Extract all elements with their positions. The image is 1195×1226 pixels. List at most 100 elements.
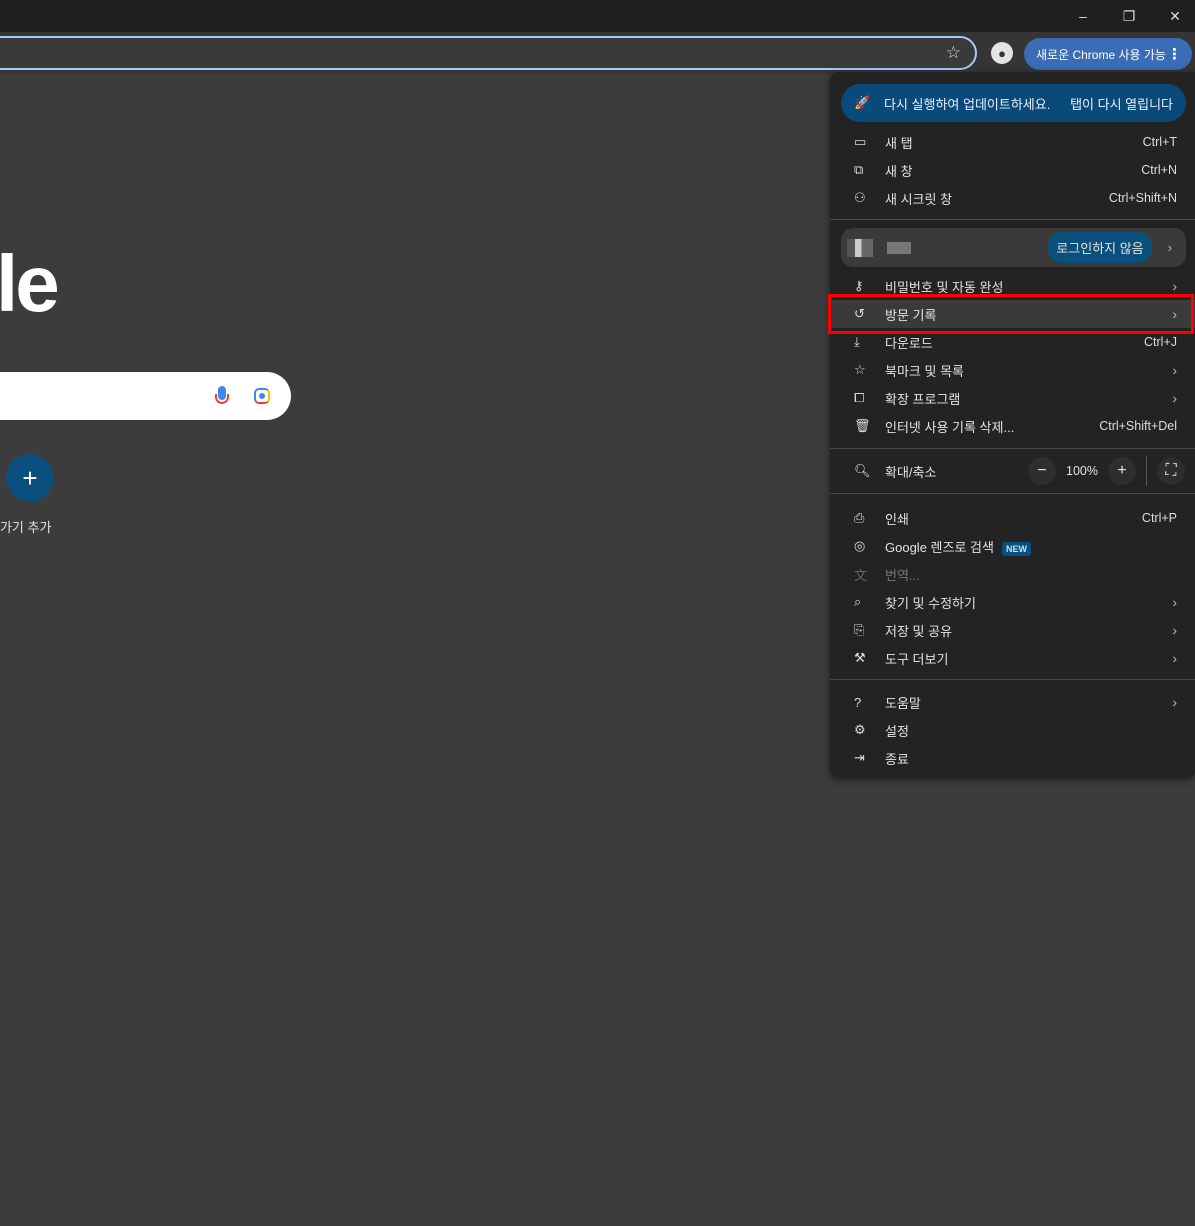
chevron-right-icon: › bbox=[1172, 362, 1177, 378]
menu-item-label: 비밀번호 및 자동 완성 bbox=[885, 277, 1172, 296]
menu-item-extensions[interactable]: ⧠ 확장 프로그램 › bbox=[830, 384, 1195, 412]
menu-item-find-edit[interactable]: ⌕ 찾기 및 수정하기 › bbox=[830, 588, 1195, 616]
zoom-label: 확대/축소 bbox=[885, 464, 937, 480]
menu-item-settings[interactable]: ⚙ 설정 bbox=[830, 716, 1195, 744]
rocket-icon: 🚀 bbox=[854, 95, 871, 110]
new-window-icon: ⧉ bbox=[854, 162, 864, 177]
menu-item-label: 새 창 bbox=[885, 161, 1141, 180]
find-icon: ⌕ bbox=[854, 594, 862, 609]
not-signed-in-badge: 로그인하지 않음 bbox=[1048, 232, 1152, 263]
person-icon[interactable]: ● bbox=[991, 42, 1013, 64]
tab-icon: ▭ bbox=[854, 134, 867, 149]
menu-item-label: 인쇄 bbox=[885, 509, 1142, 528]
label-text: 인쇄 bbox=[885, 511, 909, 527]
menu-item-label: 종료 bbox=[885, 749, 1177, 768]
label-text: 다운로드 bbox=[885, 335, 933, 351]
profile-name-blurred bbox=[887, 241, 911, 254]
chevron-right-icon: › bbox=[1172, 306, 1177, 322]
label-text: 확장 프로그램 bbox=[885, 391, 961, 407]
label-text: 새 창 bbox=[885, 163, 913, 179]
close-button[interactable]: ✕ bbox=[1152, 0, 1195, 32]
menu-item-passwords-autofill[interactable]: ⚷ 비밀번호 및 자동 완성 › bbox=[830, 272, 1195, 300]
menu-item-new-window[interactable]: ⧉ 새 창 Ctrl+N bbox=[830, 156, 1195, 184]
menu-item-label: Google 렌즈로 검색 NEW bbox=[885, 537, 1177, 556]
menu-item-more-tools[interactable]: ⚒ 도구 더보기 › bbox=[830, 644, 1195, 672]
new-badge: NEW bbox=[1001, 541, 1031, 556]
menu-item-label: 북마크 및 목록 bbox=[885, 361, 1172, 380]
lens-icon: ◎ bbox=[854, 538, 866, 553]
label-text: 저장 및 공유 bbox=[885, 623, 953, 639]
menu-item-history[interactable]: ↺ 방문 기록 › bbox=[830, 300, 1195, 328]
menu-item-save-share[interactable]: ⎘ 저장 및 공유 › bbox=[830, 616, 1195, 644]
menu-item-exit[interactable]: ⇥ 종료 bbox=[830, 744, 1195, 772]
menu-item-new-tab[interactable]: ▭ 새 탭 Ctrl+T bbox=[830, 128, 1195, 156]
menu-item-label: 설정 bbox=[885, 721, 1177, 740]
label-text: 새 시크릿 창 bbox=[885, 191, 953, 207]
address-bar[interactable]: ☆ bbox=[0, 36, 977, 70]
menu-item-label: 방문 기록 bbox=[885, 305, 1172, 324]
label-text: 인터넷 사용 기록 삭제... bbox=[885, 419, 1015, 435]
shortcut-text: Ctrl+Shift+N bbox=[1108, 191, 1177, 205]
update-chrome-button[interactable]: 새로운 Chrome 사용 가능 ⋮ bbox=[1024, 38, 1192, 70]
print-icon: ⎙ bbox=[854, 510, 865, 525]
zoom-item: 🔍︎ 확대/축소 − 100% + ⛶ bbox=[830, 449, 1195, 493]
menu-item-label: 저장 및 공유 bbox=[885, 621, 1172, 640]
google-logo: le bbox=[0, 239, 60, 328]
shortcut-text: Ctrl+P bbox=[1141, 511, 1177, 525]
menu-item-translate[interactable]: 文 번역... bbox=[830, 560, 1195, 588]
menu-item-downloads[interactable]: ⤓ 다운로드 Ctrl+J bbox=[830, 328, 1195, 356]
translate-icon: 文 bbox=[854, 567, 868, 583]
menu-item-print[interactable]: ⎙ 인쇄 Ctrl+P bbox=[830, 504, 1195, 532]
search-box[interactable] bbox=[0, 372, 291, 420]
google-lens-icon[interactable] bbox=[254, 388, 270, 404]
minimize-button[interactable]: – bbox=[1060, 0, 1106, 32]
menu-item-label: 인터넷 사용 기록 삭제... bbox=[885, 417, 1099, 436]
chevron-right-icon: › bbox=[1172, 390, 1177, 406]
zoom-in-button[interactable]: + bbox=[1108, 457, 1136, 485]
menu-item-label: 번역... bbox=[885, 565, 1177, 584]
restore-button[interactable]: ❐ bbox=[1106, 0, 1152, 32]
menu-item-google-lens-search[interactable]: ◎ Google 렌즈로 검색 NEW bbox=[830, 532, 1195, 560]
star-icon[interactable]: ☆ bbox=[946, 43, 961, 63]
menu-item-label: 새 시크릿 창 bbox=[885, 189, 1109, 208]
microphone-icon[interactable] bbox=[215, 386, 229, 404]
gear-icon: ⚙ bbox=[854, 722, 866, 737]
chrome-main-menu: 🚀 다시 실행하여 업데이트하세요. 탭이 다시 열립니다 ▭ 새 탭 Ctrl+T… bbox=[830, 72, 1195, 778]
label-text: 북마크 및 목록 bbox=[885, 363, 964, 379]
trash-icon: 🗑 bbox=[854, 418, 871, 433]
menu-item-clear-browsing-data[interactable]: 🗑 인터넷 사용 기록 삭제... Ctrl+Shift+Del bbox=[830, 412, 1195, 440]
label-text: 찾기 및 수정하기 bbox=[885, 595, 976, 611]
label-text: 방문 기록 bbox=[885, 307, 937, 323]
menu-item-help[interactable]: ? 도움말 › bbox=[830, 688, 1195, 716]
shortcut-text: Ctrl+N bbox=[1141, 163, 1177, 177]
profile-item[interactable]: 로그인하지 않음 › bbox=[841, 228, 1186, 267]
save-icon: ⎘ bbox=[854, 622, 865, 637]
history-icon: ↺ bbox=[854, 306, 865, 321]
chevron-right-icon: › bbox=[1172, 622, 1177, 638]
label-text: 도구 더보기 bbox=[885, 651, 949, 667]
chevron-right-icon: › bbox=[1172, 278, 1177, 294]
toolbar: ☆ ● 새로운 Chrome 사용 가능 ⋮ bbox=[0, 32, 1195, 74]
download-icon: ⤓ bbox=[854, 334, 860, 349]
plus-icon: + bbox=[22, 462, 38, 493]
add-shortcut-button[interactable]: + bbox=[6, 454, 54, 502]
shortcut-text: Ctrl+T bbox=[1142, 135, 1177, 149]
menu-item-label: 새 탭 bbox=[885, 133, 1143, 152]
fullscreen-button[interactable]: ⛶ bbox=[1157, 457, 1185, 485]
more-vert-icon[interactable]: ⋮ bbox=[1167, 45, 1182, 63]
star-icon: ☆ bbox=[854, 362, 866, 377]
shortcut-text: Ctrl+J bbox=[1144, 335, 1177, 349]
relaunch-message: 다시 실행하여 업데이트하세요. bbox=[884, 96, 1051, 112]
chevron-right-icon: › bbox=[1172, 594, 1177, 610]
menu-item-bookmarks-lists[interactable]: ☆ 북마크 및 목록 › bbox=[830, 356, 1195, 384]
zoom-out-button[interactable]: − bbox=[1028, 457, 1056, 485]
relaunch-update-item[interactable]: 🚀 다시 실행하여 업데이트하세요. 탭이 다시 열립니다 bbox=[841, 84, 1186, 122]
extension-icon: ⧠ bbox=[854, 390, 865, 405]
incognito-icon: ⚇ bbox=[854, 190, 866, 205]
label-text: 도움말 bbox=[885, 695, 921, 711]
key-icon: ⚷ bbox=[854, 278, 864, 293]
menu-item-label: 도움말 bbox=[885, 693, 1172, 712]
add-shortcut-label: 로가기 추가 bbox=[0, 520, 52, 535]
menu-item-new-incognito-window[interactable]: ⚇ 새 시크릿 창 Ctrl+Shift+N bbox=[830, 184, 1195, 212]
label-text: 비밀번호 및 자동 완성 bbox=[885, 279, 1004, 295]
